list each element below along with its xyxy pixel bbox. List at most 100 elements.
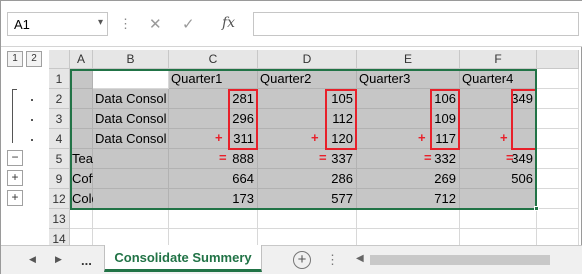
cell-f3[interactable] bbox=[460, 109, 537, 129]
name-box[interactable]: A1 ▾ bbox=[7, 12, 108, 36]
scroll-tabs-left-icon[interactable]: ◀ bbox=[29, 254, 36, 265]
row-header[interactable]: 1 bbox=[49, 69, 70, 89]
cell-d2[interactable]: 105 bbox=[258, 89, 357, 109]
select-all-corner[interactable] bbox=[49, 50, 70, 69]
row-header[interactable]: 4 bbox=[49, 129, 70, 149]
row-header[interactable]: 2 bbox=[49, 89, 70, 109]
fill-handle[interactable] bbox=[534, 206, 539, 211]
cell-a9[interactable]: Coffee bbox=[70, 169, 110, 189]
cell-e2[interactable]: 106 bbox=[357, 89, 460, 109]
add-sheet-icon[interactable]: + bbox=[293, 251, 311, 269]
cell-e1[interactable]: Quarter3 bbox=[357, 69, 460, 89]
cell-e5[interactable]: 332 bbox=[357, 149, 460, 169]
cell-c1[interactable]: Quarter1 bbox=[169, 69, 258, 89]
cell-f1[interactable]: Quarter4 bbox=[460, 69, 537, 89]
cell-b5[interactable] bbox=[93, 149, 169, 169]
cell-e13[interactable] bbox=[357, 209, 460, 229]
cell-b13[interactable] bbox=[93, 209, 169, 229]
cell-a13[interactable] bbox=[70, 209, 93, 229]
cell-c9[interactable]: 664 bbox=[169, 169, 258, 189]
column-header-b[interactable]: B bbox=[93, 50, 169, 69]
cell-d5[interactable]: 337 bbox=[258, 149, 357, 169]
outline-level-2-button[interactable]: 2 bbox=[26, 51, 42, 67]
cell-e3[interactable]: 109 bbox=[357, 109, 460, 129]
column-header-f[interactable]: F bbox=[460, 50, 537, 69]
scroll-tabs-right-icon[interactable]: ▶ bbox=[55, 254, 62, 265]
tab-options-icon[interactable]: ⋮ bbox=[326, 252, 339, 268]
cell-f13[interactable] bbox=[460, 209, 537, 229]
row-header[interactable]: 9 bbox=[49, 169, 70, 189]
cell-g3[interactable] bbox=[537, 109, 579, 129]
outline-level-1-button[interactable]: 1 bbox=[7, 51, 23, 67]
cell-d12[interactable]: 577 bbox=[258, 189, 357, 209]
cell-g4[interactable] bbox=[537, 129, 579, 149]
plus-annotation: + bbox=[500, 130, 508, 145]
cell-a5[interactable]: Tea bbox=[70, 149, 93, 169]
cell-d13[interactable] bbox=[258, 209, 357, 229]
enter-icon[interactable]: ✓ bbox=[182, 15, 195, 33]
more-vertical-icon[interactable]: ⋮ bbox=[119, 16, 133, 32]
chevron-down-icon[interactable]: ▾ bbox=[98, 17, 103, 28]
row-header[interactable]: 3 bbox=[49, 109, 70, 129]
cell-g9[interactable] bbox=[537, 169, 579, 189]
cell-f12[interactable] bbox=[460, 189, 537, 209]
equals-annotation: = bbox=[219, 150, 227, 165]
sheet-tab-bar: ◀ ▶ ... Consolidate Summery + ⋮ ◀ bbox=[1, 245, 582, 274]
cell-g5[interactable] bbox=[537, 149, 579, 169]
cell-b4[interactable]: Data Consol bbox=[93, 129, 169, 149]
row-header[interactable]: 12 bbox=[49, 189, 70, 209]
cell-c3[interactable]: 296 bbox=[169, 109, 258, 129]
horizontal-scrollbar[interactable]: ◀ bbox=[350, 252, 580, 268]
cell-f2[interactable]: 349 bbox=[460, 89, 537, 109]
column-header-d[interactable]: D bbox=[258, 50, 357, 69]
cell-d1[interactable]: Quarter2 bbox=[258, 69, 357, 89]
cell-f4[interactable] bbox=[460, 129, 537, 149]
scroll-left-icon[interactable]: ◀ bbox=[356, 253, 364, 264]
cell-a2[interactable] bbox=[70, 89, 93, 109]
more-sheets-button[interactable]: ... bbox=[81, 253, 92, 268]
cell-b2[interactable]: Data Consol bbox=[93, 89, 169, 109]
cell-g12[interactable] bbox=[537, 189, 579, 209]
cell-b12[interactable] bbox=[93, 189, 169, 209]
cell-c2[interactable]: 281 bbox=[169, 89, 258, 109]
cell-c5[interactable]: 888 bbox=[169, 149, 258, 169]
column-header-blank[interactable] bbox=[537, 50, 579, 69]
cell-d4[interactable]: 120 bbox=[258, 129, 357, 149]
formula-input[interactable] bbox=[253, 12, 579, 36]
plus-annotation: + bbox=[418, 130, 426, 145]
cell-g13[interactable] bbox=[537, 209, 579, 229]
expand-group-button[interactable]: + bbox=[7, 190, 23, 206]
column-header-a[interactable]: A bbox=[70, 50, 93, 69]
cell-f5[interactable]: 349 bbox=[460, 149, 537, 169]
cancel-icon[interactable]: ✕ bbox=[149, 15, 162, 33]
cell-c12[interactable]: 173 bbox=[169, 189, 258, 209]
cell-a12[interactable]: Cold Drink bbox=[70, 189, 133, 209]
column-header-e[interactable]: E bbox=[357, 50, 460, 69]
scrollbar-thumb[interactable] bbox=[370, 255, 550, 265]
cell-f9[interactable]: 506 bbox=[460, 169, 537, 189]
row-header[interactable]: 5 bbox=[49, 149, 70, 169]
plus-annotation: + bbox=[311, 130, 319, 145]
cell-a4[interactable] bbox=[70, 129, 93, 149]
cell-c4[interactable]: 311 bbox=[169, 129, 258, 149]
cell-d9[interactable]: 286 bbox=[258, 169, 357, 189]
cell-a3[interactable] bbox=[70, 109, 93, 129]
cell-a1[interactable] bbox=[70, 69, 93, 89]
insert-function-icon[interactable]: fx bbox=[222, 15, 235, 31]
cell-g1[interactable] bbox=[537, 69, 579, 89]
cell-b1[interactable] bbox=[93, 69, 169, 89]
cell-e4[interactable]: 117 bbox=[357, 129, 460, 149]
cell-g2[interactable] bbox=[537, 89, 579, 109]
sheet-tab-consolidate-summery[interactable]: Consolidate Summery bbox=[104, 245, 262, 272]
cell-d3[interactable]: 112 bbox=[258, 109, 357, 129]
cell-c13[interactable] bbox=[169, 209, 258, 229]
expand-group-button[interactable]: + bbox=[7, 170, 23, 186]
cell-e12[interactable]: 712 bbox=[357, 189, 460, 209]
cell-b3[interactable]: Data Consol bbox=[93, 109, 169, 129]
collapse-group-button[interactable]: − bbox=[7, 150, 23, 166]
cell-e9[interactable]: 269 bbox=[357, 169, 460, 189]
column-header-c[interactable]: C bbox=[169, 50, 258, 69]
spreadsheet-grid[interactable]: A B C D E F 1 Quarter1 Quarter2 Quarter3… bbox=[49, 50, 579, 252]
cell-b9[interactable] bbox=[93, 169, 169, 189]
row-header[interactable]: 13 bbox=[49, 209, 70, 229]
